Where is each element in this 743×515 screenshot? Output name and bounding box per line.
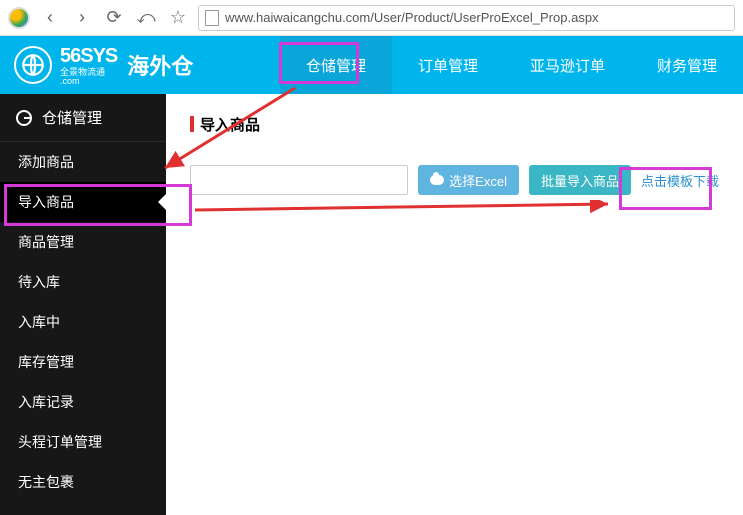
star-button[interactable]: ☆ [166,6,190,30]
browser-logo-icon [8,7,30,29]
layout: 仓储管理 添加商品 导入商品 商品管理 待入库 入库中 库存管理 入库记录 头程… [0,94,743,515]
nav-items: 仓储管理 订单管理 亚马逊订单 财务管理 [207,36,743,94]
bulk-import-button[interactable]: 批量导入商品 [529,165,631,195]
page-icon [205,10,219,26]
download-template-link[interactable]: 点击模板下载 [641,171,719,190]
choose-excel-button[interactable]: 选择Excel [418,165,519,195]
brand-globe-icon [14,46,52,84]
sidebar-item-inbound-records[interactable]: 入库记录 [0,382,166,422]
brand-logo[interactable]: 56SYS 全景物流通 .com 海外仓 [0,45,207,86]
sidebar-item-first-leg[interactable]: 头程订单管理 [0,422,166,462]
sidebar-item-product-mgmt[interactable]: 商品管理 [0,222,166,262]
page-title: 导入商品 [190,114,719,135]
sidebar: 仓储管理 添加商品 导入商品 商品管理 待入库 入库中 库存管理 入库记录 头程… [0,94,166,515]
brand-text-block: 56SYS 全景物流通 .com [60,45,117,86]
address-bar[interactable]: www.haiwaicangchu.com/User/Product/UserP… [198,5,735,31]
title-bar-icon [190,116,194,132]
sidebar-item-inbound[interactable]: 入库中 [0,302,166,342]
main-content: 导入商品 选择Excel 批量导入商品 点击模板下载 [166,94,743,515]
browser-chrome: ‹ › ⟳ ⤺ ☆ www.haiwaicangchu.com/User/Pro… [0,0,743,36]
clock-icon [16,110,32,126]
sidebar-header-label: 仓储管理 [42,107,102,128]
nav-finance[interactable]: 财务管理 [631,36,743,94]
sidebar-item-unclaimed[interactable]: 无主包裹 [0,462,166,502]
brand-cn: 海外仓 [127,49,193,81]
reload-button[interactable]: ⟳ [102,6,126,30]
nav-amazon[interactable]: 亚马逊订单 [504,36,631,94]
brand-name: 56SYS [60,45,117,67]
forward-button[interactable]: › [70,6,94,30]
url-text: www.haiwaicangchu.com/User/Product/UserP… [225,10,599,25]
cloud-upload-icon [430,175,444,185]
back-button[interactable]: ‹ [38,6,62,30]
nav-warehouse[interactable]: 仓储管理 [280,36,392,94]
file-path-input[interactable] [190,165,408,195]
sidebar-item-pending-inbound[interactable]: 待入库 [0,262,166,302]
sidebar-item-stock-mgmt[interactable]: 库存管理 [0,342,166,382]
home-button[interactable]: ⤺ [134,6,158,30]
nav-orders[interactable]: 订单管理 [392,36,504,94]
sidebar-header: 仓储管理 [0,94,166,142]
brand-sub2: .com [60,77,117,86]
top-nav: 56SYS 全景物流通 .com 海外仓 仓储管理 订单管理 亚马逊订单 财务管… [0,36,743,94]
sidebar-item-add-product[interactable]: 添加商品 [0,142,166,182]
import-action-row: 选择Excel 批量导入商品 点击模板下载 [190,165,719,195]
sidebar-item-import-product[interactable]: 导入商品 [0,182,166,222]
